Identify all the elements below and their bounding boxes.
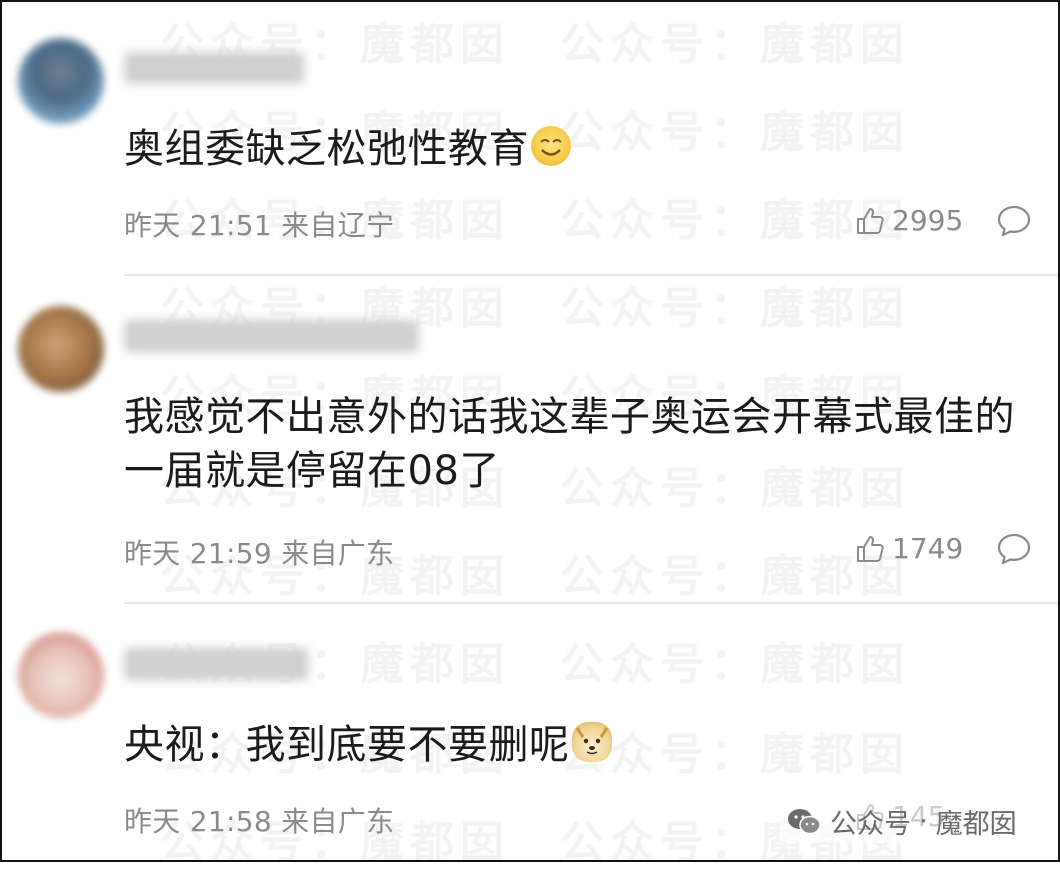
image-border xyxy=(0,0,1060,862)
